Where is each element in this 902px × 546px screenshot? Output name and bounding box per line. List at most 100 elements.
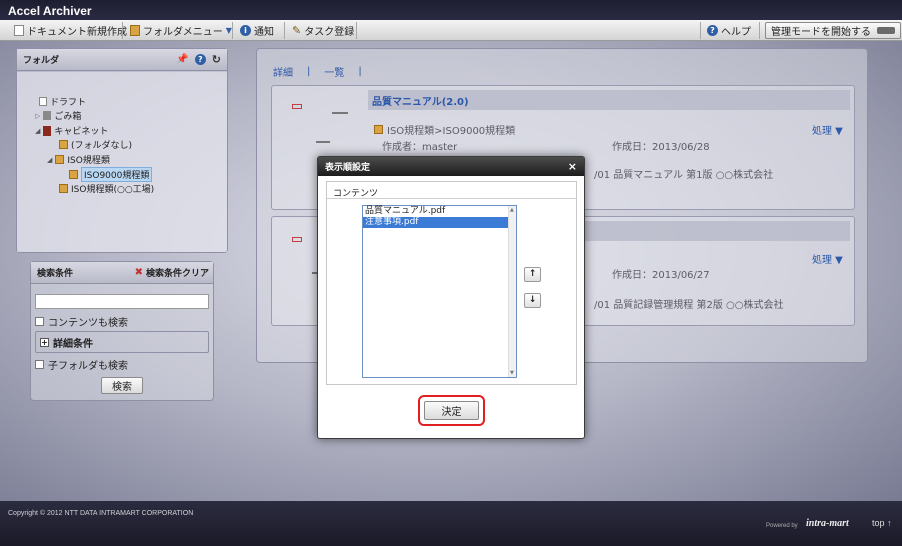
confirm-button[interactable]: 決定 [424,401,479,420]
folder-icon [59,140,68,149]
arrow-down-icon: ↓ [528,295,537,305]
author-label: 作成者：master [382,142,458,153]
move-up-button[interactable]: ↑ [524,267,541,282]
scroll-up-icon[interactable]: ▲ [510,207,514,213]
move-down-button[interactable]: ↓ [524,293,541,308]
content-order-listbox[interactable]: 品質マニュアル.pdf 注意事項.pdf ▲ ▼ [362,205,517,378]
new-document-label: ドキュメント新規作成 [27,27,127,38]
notify-button[interactable]: i 通知 [240,20,274,41]
tree-item-no-folder[interactable]: (フォルダなし) [59,138,132,151]
refresh-icon[interactable]: ↻ [212,53,221,66]
search-input[interactable] [35,294,209,309]
tree-item-cabinet[interactable]: ◢ キャビネット [35,124,108,137]
document-icon [14,25,24,36]
back-to-top-link[interactable]: top ↑ [872,518,892,528]
subfolder-search-label: 子フォルダも検索 [48,361,128,372]
task-register-label: タスク登録 [304,27,355,38]
close-icon[interactable]: × [568,160,577,173]
search-button-label: 検索 [112,382,132,393]
document-title-link[interactable]: 品質マニュアル(2.0) [372,93,469,108]
admin-mode-button[interactable]: 管理モードを開始する [765,22,901,39]
tree-label: ISO規程類 [67,156,110,166]
advanced-conditions-toggle[interactable]: + 詳細条件 [35,331,209,353]
action-label: 処理 [812,126,832,137]
notify-label: 通知 [254,27,274,38]
tree-item-draft[interactable]: ドラフト [39,95,86,108]
arrow-up-icon: ↑ [528,269,537,279]
content-search-checkbox[interactable]: コンテンツも検索 [35,314,128,329]
trash-icon [43,111,52,120]
clear-icon: ✖ [134,267,143,278]
tree-item-iso-factory[interactable]: ISO規程類(○○工場) [59,182,154,195]
tree-item-trash[interactable]: ▷ ごみ箱 [35,109,81,122]
action-menu-1[interactable]: 処理 ▼ [812,122,843,137]
intra-mart-logo: intra-mart [806,518,849,529]
pin-icon[interactable]: 📌 [176,54,188,65]
draft-icon [39,97,47,106]
folder-panel-header: フォルダ 📌 ? ↻ [17,49,227,71]
help-icon: ? [707,25,718,36]
folder-menu-button[interactable]: フォルダメニュー ▼ [130,20,232,41]
folder-icon [59,184,68,193]
thumbnail-icon [316,141,330,143]
tree-label: ISO規程類(○○工場) [71,185,155,195]
toolbar: ドキュメント新規作成 フォルダメニュー ▼ i 通知 ✎ タスク登録 ? ヘルプ… [0,20,902,41]
tree-item-iso9000[interactable]: ISO9000規程類 [69,167,153,182]
dialog-title: 表示順設定 [325,163,371,173]
tree-item-iso[interactable]: ◢ ISO規程類 [47,153,110,166]
chevron-down-icon: ▼ [225,26,232,35]
tree-label-selected: ISO9000規程類 [81,167,153,182]
search-panel: 検索条件 ✖ 検索条件クリア コンテンツも検索 + 詳細条件 子フォルダも検索 … [30,261,214,401]
list-option[interactable]: 品質マニュアル.pdf [363,206,516,217]
toggle-icon [877,27,895,34]
search-panel-header: 検索条件 ✖ 検索条件クリア [31,262,213,284]
tree-label: ドラフト [50,98,87,108]
thumbnail-icon [292,237,302,242]
listbox-scrollbar[interactable]: ▲ ▼ [508,206,516,377]
search-button[interactable]: 検索 [101,377,143,394]
app-title: Accel Archiver [8,4,92,18]
tab-list[interactable]: 一覧 [324,64,344,79]
document-path-label: ISO規程類>ISO9000規程類 [387,126,516,137]
folder-icon [55,155,65,164]
action-label: 処理 [812,255,832,266]
checkbox-icon[interactable] [35,317,44,326]
collapse-icon[interactable]: ◢ [35,127,40,135]
list-option-selected[interactable]: 注意事項.pdf [363,217,516,228]
help-label: ヘルプ [721,27,751,38]
checkbox-icon[interactable] [35,360,44,369]
powered-by-text: Powered by [766,523,798,529]
clear-search-button[interactable]: ✖ 検索条件クリア [135,266,209,279]
info-icon: i [240,25,251,36]
task-register-button[interactable]: ✎ タスク登録 [292,20,354,41]
thumbnail-icon [292,104,302,109]
sort-order-dialog: 表示順設定 × コンテンツ 品質マニュアル.pdf 注意事項.pdf ▲ ▼ ↑… [317,156,585,439]
tab-detail[interactable]: 詳細 [273,64,293,79]
document-description: /01 品質記録管理規程 第2版 ○○株式会社 [594,300,784,311]
scroll-down-icon[interactable]: ▼ [510,370,514,376]
footer: Copyright © 2012 NTT DATA INTRAMART CORP… [0,501,902,546]
folder-panel: フォルダ 📌 ? ↻ ドラフト ▷ ごみ箱 ◢ キャビネット (フォルダなし) [16,48,228,253]
created-date-label: 作成日：2013/06/27 [612,270,710,281]
help-icon[interactable]: ? [194,54,206,65]
subfolder-search-checkbox[interactable]: 子フォルダも検索 [35,357,128,372]
document-description: /01 品質マニュアル 第1版 ○○株式会社 [594,170,774,181]
content-search-label: コンテンツも検索 [48,318,128,329]
action-menu-2[interactable]: 処理 ▼ [812,251,843,266]
dialog-header: 表示順設定 × [318,157,584,176]
thumbnail-icon [332,112,348,114]
tree-label: (フォルダなし) [71,141,133,151]
folder-icon [69,170,78,179]
collapse-icon[interactable]: ◢ [47,156,52,164]
help-button[interactable]: ? ヘルプ [707,20,751,41]
expand-icon[interactable]: ▷ [35,112,40,120]
tree-label: ごみ箱 [54,112,82,122]
wrench-icon: ✎ [292,24,302,37]
view-tabs: 詳細 | 一覧 | [273,64,362,79]
cabinet-icon [43,125,52,136]
new-document-button[interactable]: ドキュメント新規作成 [14,20,127,41]
document-path: ISO規程類>ISO9000規程類 [374,122,515,137]
content-section-title: コンテンツ [327,182,576,199]
admin-mode-label: 管理モードを開始する [771,27,871,38]
confirm-label: 決定 [441,407,462,418]
